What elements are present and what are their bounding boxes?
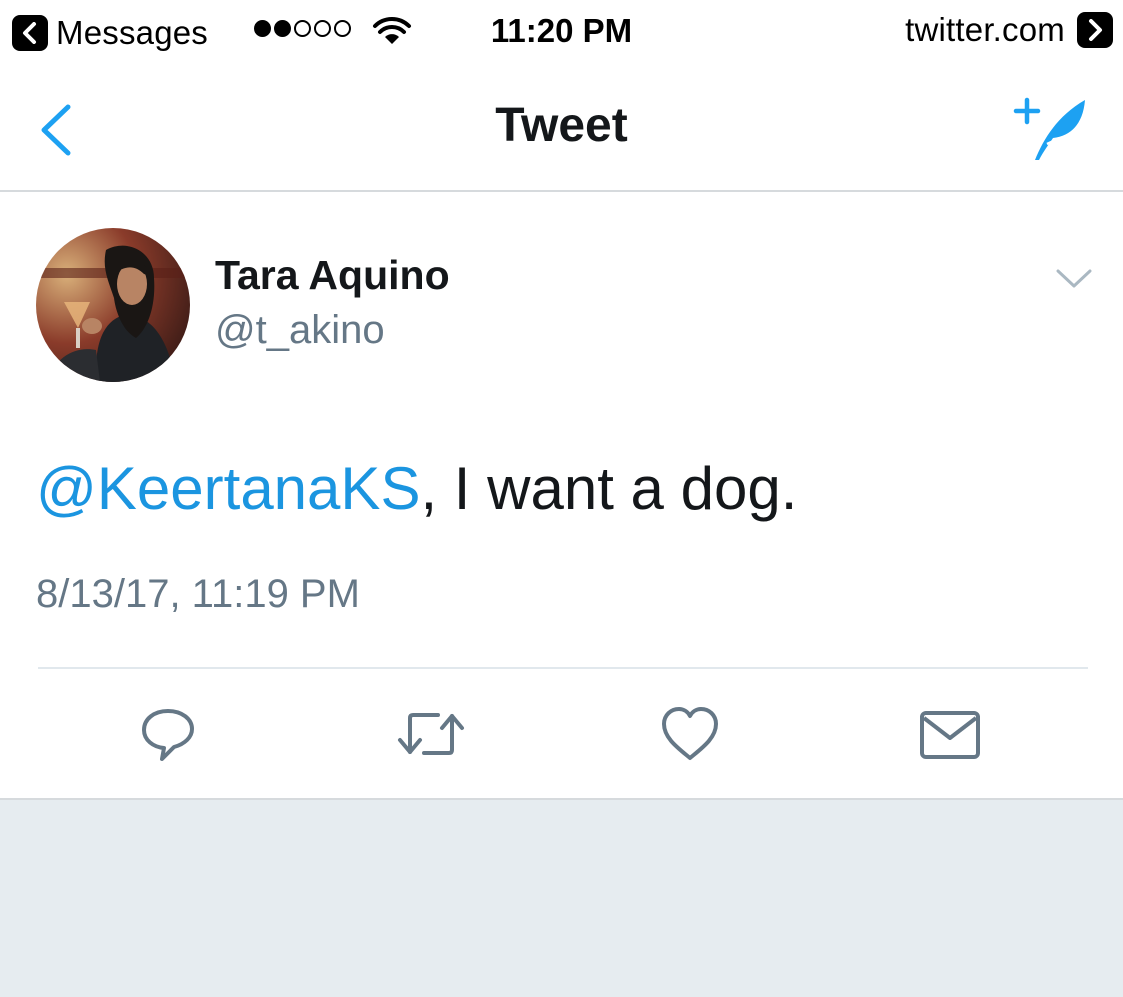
tweet-timestamp: 8/13/17, 11:19 PM [36, 572, 360, 616]
divider [38, 667, 1088, 669]
mention-link[interactable]: @KeertanaKS [36, 455, 420, 522]
empty-area [0, 800, 1123, 997]
direct-message-icon[interactable] [918, 704, 982, 769]
status-bar: Messages 11:20 PM twitter.com [0, 0, 1123, 64]
page-title: Tweet [495, 99, 628, 152]
chevron-down-icon[interactable] [1056, 268, 1092, 295]
like-icon[interactable] [660, 704, 720, 769]
navigation-bar: Tweet [0, 64, 1123, 192]
reply-icon[interactable] [138, 704, 198, 769]
compose-tweet-icon[interactable] [1013, 94, 1093, 169]
forward-arrow-icon [1077, 12, 1113, 48]
tweet-card: Tara Aquino @t_akino @KeertanaKS, I want… [0, 192, 1123, 800]
author-name[interactable]: Tara Aquino [215, 252, 450, 299]
author-handle[interactable]: @t_akino [215, 308, 385, 353]
avatar[interactable] [36, 228, 190, 382]
tweet-body: , I want a dog. [420, 455, 798, 522]
tweet-text: @KeertanaKS, I want a dog. [36, 454, 797, 523]
open-in-safari-button[interactable]: twitter.com [905, 11, 1113, 49]
retweet-icon[interactable] [396, 704, 466, 769]
domain-label: twitter.com [905, 11, 1065, 48]
